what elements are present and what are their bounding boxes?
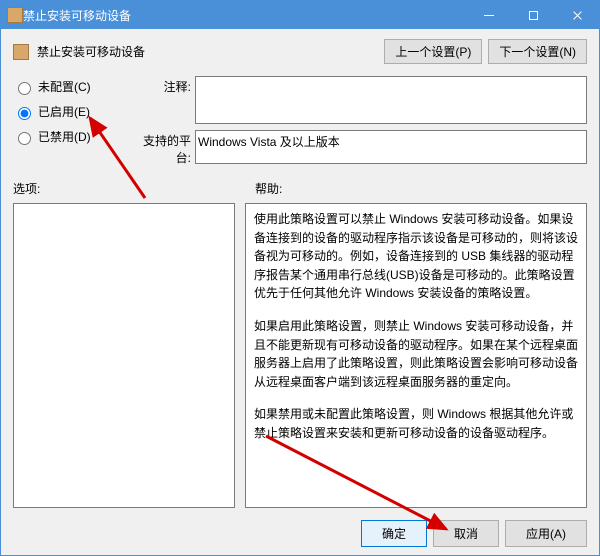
platform-label: 支持的平台: [131,130,191,166]
radio-disabled-label: 已禁用(D) [38,128,91,145]
app-icon [7,7,23,23]
prev-setting-button[interactable]: 上一个设置(P) [384,39,482,64]
radio-enabled-label: 已启用(E) [38,103,90,120]
options-box[interactable] [13,203,235,508]
radio-enabled[interactable]: 已启用(E) [13,103,123,120]
close-button[interactable] [555,1,599,29]
close-icon [572,10,583,21]
radio-not-configured-input[interactable] [18,82,31,95]
help-paragraph: 如果禁用或未配置此策略设置，则 Windows 根据其他允许或禁止策略设置来安装… [254,405,578,442]
next-setting-button[interactable]: 下一个设置(N) [488,39,587,64]
minimize-button[interactable] [467,1,511,29]
radio-not-configured-label: 未配置(C) [38,78,91,95]
state-radios: 未配置(C) 已启用(E) 已禁用(D) [13,76,123,166]
platform-textarea [195,130,587,164]
radio-disabled-input[interactable] [18,132,31,145]
maximize-icon [529,11,538,20]
help-paragraph: 如果启用此策略设置，则禁止 Windows 安装可移动设备，并且不能更新现有可移… [254,317,578,391]
titlebar: 禁止安装可移动设备 [1,1,599,29]
options-label: 选项: [13,180,245,197]
window-title: 禁止安装可移动设备 [23,7,467,24]
ok-button[interactable]: 确定 [361,520,427,547]
help-paragraph: 使用此策略设置可以禁止 Windows 安装可移动设备。如果设备连接到的设备的驱… [254,210,578,303]
apply-button[interactable]: 应用(A) [505,520,587,547]
comment-textarea[interactable] [195,76,587,124]
cancel-button[interactable]: 取消 [433,520,499,547]
radio-enabled-input[interactable] [18,107,31,120]
minimize-icon [484,15,494,16]
dialog-window: 禁止安装可移动设备 禁止安装可移动设备 上一个设置(P) 下一个设置(N) 未配… [0,0,600,556]
policy-icon [13,44,29,60]
help-label: 帮助: [255,180,282,197]
maximize-button[interactable] [511,1,555,29]
footer: 确定 取消 应用(A) [13,514,587,547]
comment-label: 注释: [131,76,191,95]
radio-disabled[interactable]: 已禁用(D) [13,128,123,145]
policy-title: 禁止安装可移动设备 [37,43,376,60]
help-box[interactable]: 使用此策略设置可以禁止 Windows 安装可移动设备。如果设备连接到的设备的驱… [245,203,587,508]
config-row: 未配置(C) 已启用(E) 已禁用(D) 注释: 支持的平台: [13,76,587,166]
content-area: 禁止安装可移动设备 上一个设置(P) 下一个设置(N) 未配置(C) 已启用(E… [1,29,599,555]
radio-not-configured[interactable]: 未配置(C) [13,78,123,95]
header-row: 禁止安装可移动设备 上一个设置(P) 下一个设置(N) [13,39,587,64]
